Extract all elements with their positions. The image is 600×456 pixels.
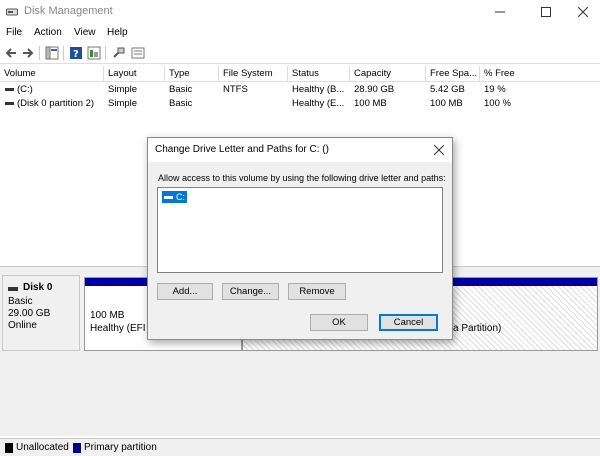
column-header-type[interactable]: Type bbox=[165, 66, 219, 82]
volume-name: (Disk 0 partition 2) bbox=[17, 98, 95, 109]
disk-name: Disk 0 bbox=[23, 282, 53, 293]
toolbar-separator bbox=[105, 46, 106, 60]
column-header-free-space[interactable]: Free Spa... bbox=[426, 66, 480, 82]
disk-management-icon bbox=[6, 8, 18, 16]
close-icon bbox=[578, 7, 588, 17]
column-header-file-system[interactable]: File System bbox=[219, 66, 288, 82]
volume-type: Basic bbox=[169, 84, 193, 95]
minimize-icon bbox=[495, 11, 505, 13]
forward-arrow-icon[interactable] bbox=[21, 46, 35, 60]
volume-file-system: NTFS bbox=[223, 84, 248, 95]
volume-type: Basic bbox=[169, 98, 193, 109]
volume-layout: Simple bbox=[108, 98, 138, 109]
list-item[interactable]: C: bbox=[162, 191, 187, 203]
change-drive-letter-dialog: Change Drive Letter and Paths for C: () … bbox=[147, 137, 453, 340]
menu-file[interactable]: File bbox=[6, 27, 22, 38]
drive-icon bbox=[5, 87, 14, 91]
partition-status: a Partition) bbox=[453, 323, 502, 334]
legend-unallocated: Unallocated bbox=[16, 442, 69, 453]
toolbar-separator bbox=[63, 46, 64, 60]
drive-icon bbox=[5, 101, 14, 105]
connect-icon[interactable] bbox=[112, 46, 126, 60]
toolbar-separator bbox=[39, 46, 40, 60]
volume-free-space: 5.42 GB bbox=[430, 84, 465, 95]
disk-size: 29.00 GB bbox=[8, 308, 51, 319]
dialog-close-button[interactable] bbox=[426, 138, 452, 162]
console-icon[interactable] bbox=[131, 46, 145, 60]
volume-capacity: 100 MB bbox=[354, 98, 387, 109]
volume-percent-free: 100 % bbox=[484, 98, 511, 109]
back-arrow-icon[interactable] bbox=[4, 46, 18, 60]
remove-button[interactable]: Remove bbox=[288, 283, 346, 300]
close-button[interactable] bbox=[563, 0, 600, 24]
list-item-label: C: bbox=[176, 192, 185, 202]
title-bar: Disk Management bbox=[0, 0, 600, 24]
menu-action[interactable]: Action bbox=[34, 27, 62, 38]
disk-icon bbox=[8, 287, 18, 291]
primary-partition-swatch bbox=[73, 443, 81, 453]
toolbar: ? bbox=[0, 42, 600, 64]
volume-status: Healthy (B... bbox=[292, 84, 345, 95]
column-header-percent-free[interactable]: % Free bbox=[480, 66, 600, 82]
volume-percent-free: 19 % bbox=[484, 84, 506, 95]
column-header-status[interactable]: Status bbox=[288, 66, 350, 82]
properties-icon[interactable] bbox=[87, 46, 101, 60]
volume-name: (C:) bbox=[17, 84, 33, 95]
partition-size: 100 MB bbox=[90, 310, 125, 321]
partition-status: Healthy (EFI S bbox=[90, 323, 156, 334]
menu-bar: File Action View Help bbox=[0, 24, 600, 42]
column-header-layout[interactable]: Layout bbox=[104, 66, 165, 82]
column-header-capacity[interactable]: Capacity bbox=[350, 66, 426, 82]
volume-free-space: 100 MB bbox=[430, 98, 463, 109]
dialog-description: Allow access to this volume by using the… bbox=[158, 173, 446, 183]
drive-icon bbox=[164, 196, 173, 200]
disk-0-label[interactable]: Disk 0 Basic 29.00 GB Online bbox=[2, 275, 80, 351]
maximize-button[interactable] bbox=[526, 0, 566, 24]
dialog-title: Change Drive Letter and Paths for C: () bbox=[155, 144, 329, 155]
dialog-title-bar: Change Drive Letter and Paths for C: () bbox=[148, 138, 452, 162]
add-button[interactable]: Add... bbox=[157, 283, 213, 300]
window-title: Disk Management bbox=[24, 5, 113, 17]
disk-type: Basic bbox=[8, 296, 33, 307]
legend: Unallocated Primary partition bbox=[0, 438, 600, 456]
column-header-volume[interactable]: Volume bbox=[0, 66, 104, 82]
volume-capacity: 28.90 GB bbox=[354, 84, 395, 95]
disk-status: Online bbox=[8, 320, 37, 331]
volume-status: Healthy (E... bbox=[292, 98, 345, 109]
svg-text:?: ? bbox=[73, 49, 79, 60]
menu-view[interactable]: View bbox=[74, 27, 96, 38]
ok-button[interactable]: OK bbox=[310, 314, 368, 331]
maximize-icon bbox=[541, 7, 551, 17]
menu-help[interactable]: Help bbox=[107, 27, 128, 38]
change-button[interactable]: Change... bbox=[222, 283, 279, 300]
volume-layout: Simple bbox=[108, 84, 138, 95]
close-icon bbox=[434, 145, 444, 155]
minimize-button[interactable] bbox=[480, 0, 520, 24]
drive-letter-list[interactable]: C: bbox=[157, 187, 443, 273]
console-tree-icon[interactable] bbox=[45, 46, 59, 60]
cancel-button[interactable]: Cancel bbox=[379, 314, 438, 331]
help-icon[interactable]: ? bbox=[69, 46, 83, 60]
unallocated-swatch bbox=[5, 443, 13, 453]
legend-primary-partition: Primary partition bbox=[84, 442, 157, 453]
